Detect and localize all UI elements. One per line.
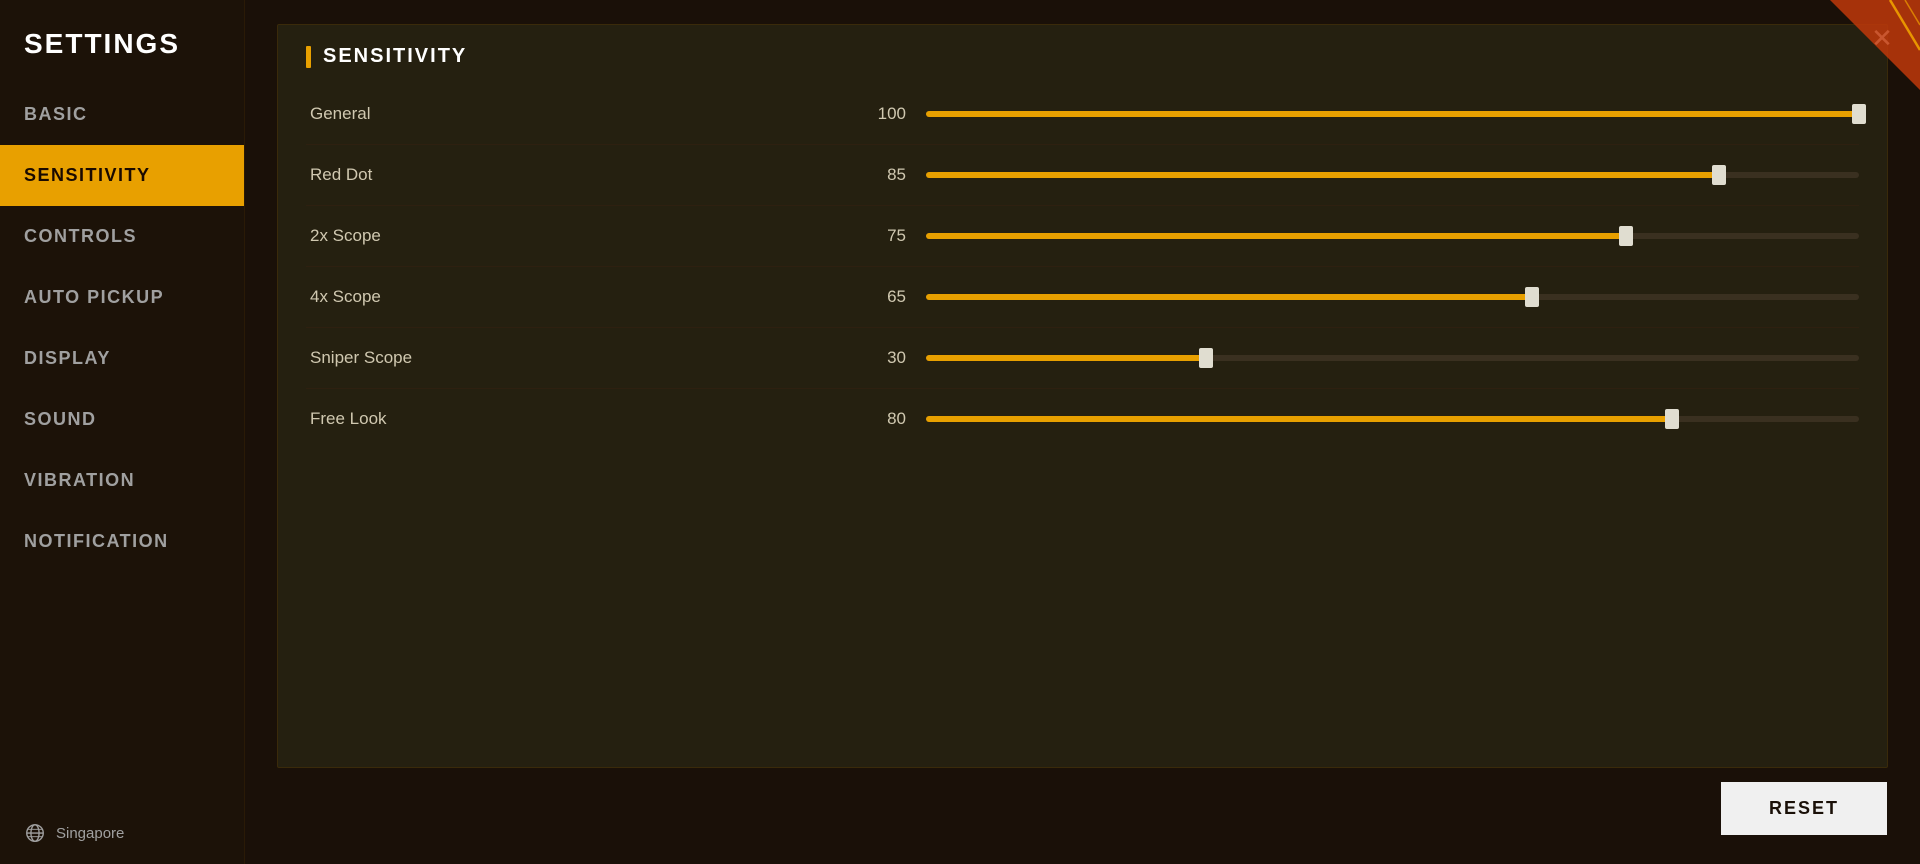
slider-thumb-free-look[interactable] [1665,409,1679,429]
slider-fill-2x-scope [926,233,1626,239]
slider-container-general[interactable] [926,104,1859,124]
sensitivity-value-general: 100 [866,104,926,124]
sidebar-nav: BASICSENSITIVITYCONTROLSAUTO PICKUPDISPL… [0,84,244,802]
slider-container-sniper-scope[interactable] [926,348,1859,368]
sidebar-item-notification[interactable]: NOTIFICATION [0,511,244,572]
sidebar-item-vibration[interactable]: VIBRATION [0,450,244,511]
sensitivity-value-4x-scope: 65 [866,287,926,307]
sidebar-item-auto-pickup[interactable]: AUTO PICKUP [0,267,244,328]
slider-container-red-dot[interactable] [926,165,1859,185]
slider-thumb-general[interactable] [1852,104,1866,124]
sidebar-item-display[interactable]: DISPLAY [0,328,244,389]
slider-fill-sniper-scope [926,355,1206,361]
slider-track-free-look [926,416,1859,422]
app-title: SETTINGS [0,0,244,84]
region-label: Singapore [56,825,124,842]
panel-header: SENSITIVITY [278,25,1887,84]
sensitivity-value-free-look: 80 [866,409,926,429]
slider-thumb-4x-scope[interactable] [1525,287,1539,307]
panel-title: SENSITIVITY [323,45,467,68]
slider-track-2x-scope [926,233,1859,239]
slider-thumb-2x-scope[interactable] [1619,226,1633,246]
sidebar-footer: Singapore [0,802,244,864]
slider-container-free-look[interactable] [926,409,1859,429]
panel-header-bar [306,46,311,68]
slider-track-red-dot [926,172,1859,178]
slider-container-2x-scope[interactable] [926,226,1859,246]
sensitivity-list: General100Red Dot852x Scope754x Scope65S… [278,84,1887,449]
sensitivity-row-sniper-scope: Sniper Scope30 [306,328,1859,389]
slider-fill-red-dot [926,172,1719,178]
sensitivity-value-2x-scope: 75 [866,226,926,246]
slider-track-general [926,111,1859,117]
sensitivity-label-red-dot: Red Dot [306,165,866,185]
sensitivity-label-2x-scope: 2x Scope [306,226,866,246]
slider-container-4x-scope[interactable] [926,287,1859,307]
slider-fill-free-look [926,416,1672,422]
sidebar-item-basic[interactable]: BASIC [0,84,244,145]
sensitivity-row-2x-scope: 2x Scope75 [306,206,1859,267]
sensitivity-row-red-dot: Red Dot85 [306,145,1859,206]
sensitivity-label-general: General [306,104,866,124]
content-panel: SENSITIVITY General100Red Dot852x Scope7… [277,24,1888,768]
slider-fill-general [926,111,1859,117]
sensitivity-value-red-dot: 85 [866,165,926,185]
sensitivity-label-sniper-scope: Sniper Scope [306,348,866,368]
sensitivity-label-free-look: Free Look [306,409,866,429]
sensitivity-row-general: General100 [306,84,1859,145]
globe-icon [24,822,46,844]
slider-thumb-red-dot[interactable] [1712,165,1726,185]
slider-track-4x-scope [926,294,1859,300]
slider-thumb-sniper-scope[interactable] [1199,348,1213,368]
sensitivity-row-4x-scope: 4x Scope65 [306,267,1859,328]
close-button[interactable]: ✕ [1860,16,1904,60]
main-content: ✕ SENSITIVITY General100Red Dot852x Scop… [245,0,1920,864]
reset-button[interactable]: RESET [1721,782,1887,835]
sidebar: SETTINGS BASICSENSITIVITYCONTROLSAUTO PI… [0,0,245,864]
slider-track-sniper-scope [926,355,1859,361]
sidebar-item-sensitivity[interactable]: SENSITIVITY [0,145,244,206]
sensitivity-row-free-look: Free Look80 [306,389,1859,449]
slider-fill-4x-scope [926,294,1532,300]
sensitivity-label-4x-scope: 4x Scope [306,287,866,307]
sidebar-item-sound[interactable]: SOUND [0,389,244,450]
sensitivity-value-sniper-scope: 30 [866,348,926,368]
sidebar-item-controls[interactable]: CONTROLS [0,206,244,267]
